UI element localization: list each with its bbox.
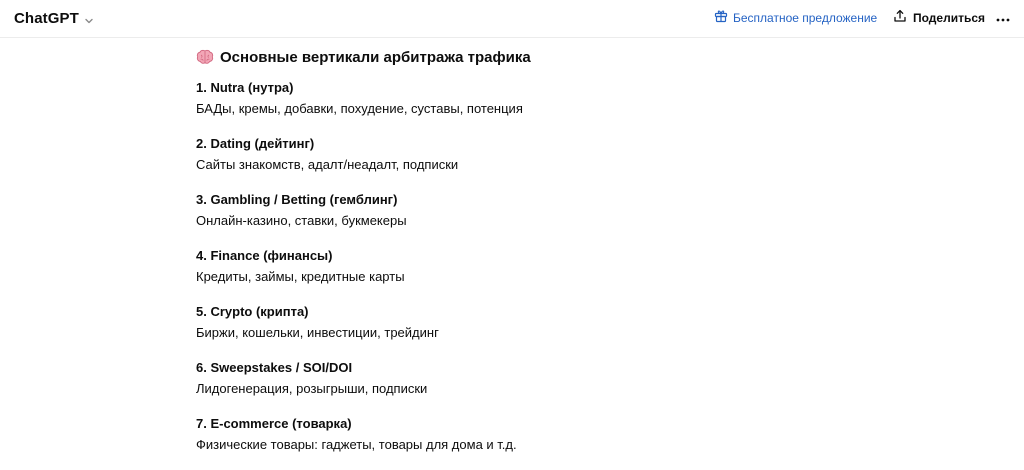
share-label: Поделиться [913,11,986,25]
list-item: 3. Gambling / Betting (гемблинг) Онлайн-… [196,190,816,232]
list-item: 7. E-commerce (товарка) Физические товар… [196,414,816,456]
list-item: 1. Nutra (нутра) БАДы, кремы, добавки, п… [196,78,816,120]
assistant-message: Основные вертикали арбитража трафика 1. … [196,44,816,470]
list-item-description: Физические товары: гаджеты, товары для д… [196,437,517,452]
more-options-button[interactable] [994,9,1012,27]
free-offer-button[interactable]: Бесплатное предложение [714,9,877,27]
top-bar: ChatGPT Бесплатное предложение Поделитьс… [0,0,1024,38]
brain-icon [196,49,214,65]
share-button[interactable]: Поделиться [893,9,985,27]
more-icon [996,9,1010,27]
message-heading-text: Основные вертикали арбитража трафика [220,48,531,66]
list-item-title: 1. Nutra (нутра) [196,80,294,95]
share-icon [893,9,907,28]
list-item-title: 5. Crypto (крипта) [196,304,309,319]
model-name: ChatGPT [14,9,79,27]
list-item: 6. Sweepstakes / SOI/DOI Лидогенерация, … [196,358,816,400]
gift-icon [714,9,728,28]
list-item: 4. Finance (финансы) Кредиты, займы, кре… [196,246,816,288]
model-switcher[interactable]: ChatGPT [14,8,94,28]
list-item-title: 3. Gambling / Betting (гемблинг) [196,192,398,207]
list-item-description: Биржи, кошельки, инвестиции, трейдинг [196,325,439,340]
list-item-title: 7. E-commerce (товарка) [196,416,352,431]
free-offer-label: Бесплатное предложение [733,11,878,25]
message-heading: Основные вертикали арбитража трафика [196,44,816,70]
list-item-title: 2. Dating (дейтинг) [196,136,315,151]
list-item-description: Сайты знакомств, адалт/неадалт, подписки [196,157,459,172]
list-item-title: 4. Finance (финансы) [196,248,333,263]
list-item: 5. Crypto (крипта) Биржи, кошельки, инве… [196,302,816,344]
list-item-title: 6. Sweepstakes / SOI/DOI [196,360,353,375]
list-item-description: Онлайн-казино, ставки, букмекеры [196,213,407,228]
list-item-description: Лидогенерация, розыгрыши, подписки [196,381,428,396]
list-item-description: Кредиты, займы, кредитные карты [196,269,405,284]
list-item-description: БАДы, кремы, добавки, похудение, суставы… [196,101,523,116]
list-item: 2. Dating (дейтинг) Сайты знакомств, ада… [196,134,816,176]
chevron-down-icon [84,13,94,24]
